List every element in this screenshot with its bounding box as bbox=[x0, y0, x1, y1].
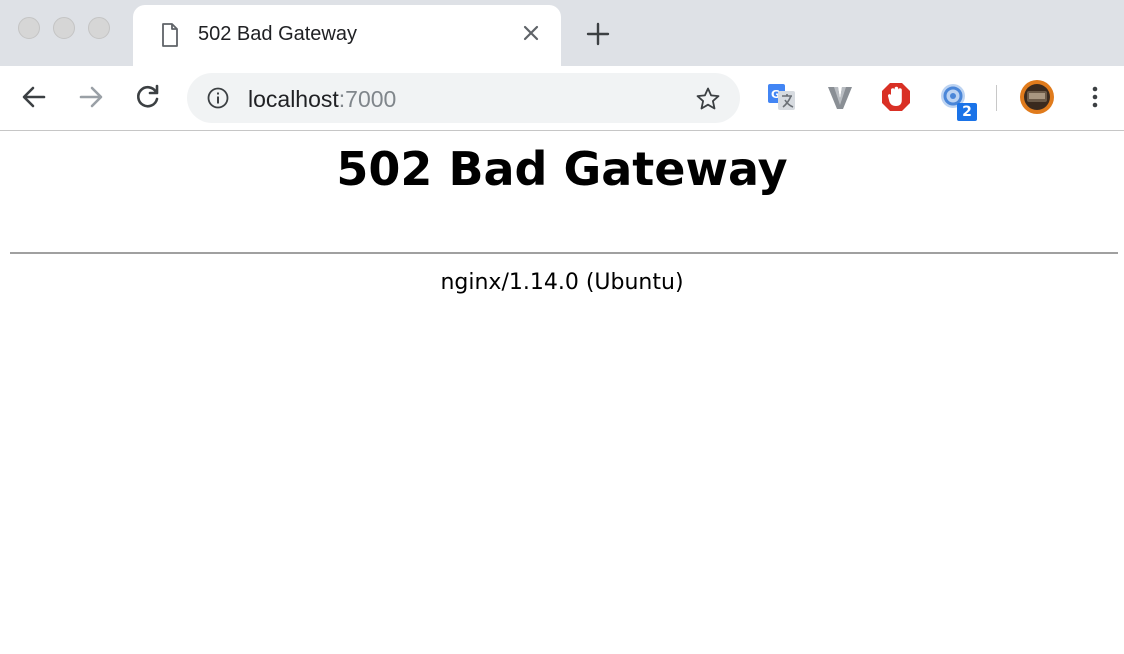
extension-badge-count: 2 bbox=[957, 103, 977, 121]
more-menu-icon[interactable] bbox=[1081, 83, 1109, 111]
reload-button[interactable] bbox=[134, 83, 162, 111]
url-text[interactable]: localhost:7000 bbox=[248, 86, 396, 113]
vimium-icon[interactable] bbox=[824, 81, 856, 113]
browser-toolbar: localhost:7000 G bbox=[0, 66, 1124, 131]
window-zoom-button[interactable] bbox=[88, 17, 110, 39]
forward-button[interactable] bbox=[77, 83, 105, 111]
document-icon bbox=[162, 23, 178, 47]
divider bbox=[10, 252, 1118, 254]
tab-title: 502 Bad Gateway bbox=[198, 23, 357, 45]
tab-strip: 502 Bad Gateway bbox=[0, 0, 1124, 66]
back-button[interactable] bbox=[20, 83, 48, 111]
page-title: 502 Bad Gateway bbox=[336, 142, 788, 196]
new-tab-button[interactable] bbox=[585, 21, 611, 47]
close-icon[interactable] bbox=[521, 23, 541, 43]
window-minimize-button[interactable] bbox=[53, 17, 75, 39]
window-close-button[interactable] bbox=[18, 17, 40, 39]
toolbar-separator bbox=[996, 85, 997, 111]
url-host: localhost bbox=[248, 86, 339, 112]
address-bar[interactable]: localhost:7000 bbox=[187, 73, 740, 123]
active-tab[interactable]: 502 Bad Gateway bbox=[133, 5, 561, 66]
google-translate-icon[interactable]: G bbox=[766, 81, 798, 113]
opera-adblock-icon[interactable] bbox=[880, 81, 912, 113]
url-port: :7000 bbox=[338, 86, 397, 112]
server-signature: nginx/1.14.0 (Ubuntu) bbox=[440, 270, 684, 295]
profile-avatar[interactable] bbox=[1019, 79, 1055, 115]
bookmark-star-icon[interactable] bbox=[695, 86, 721, 112]
site-info-icon[interactable] bbox=[207, 87, 229, 109]
